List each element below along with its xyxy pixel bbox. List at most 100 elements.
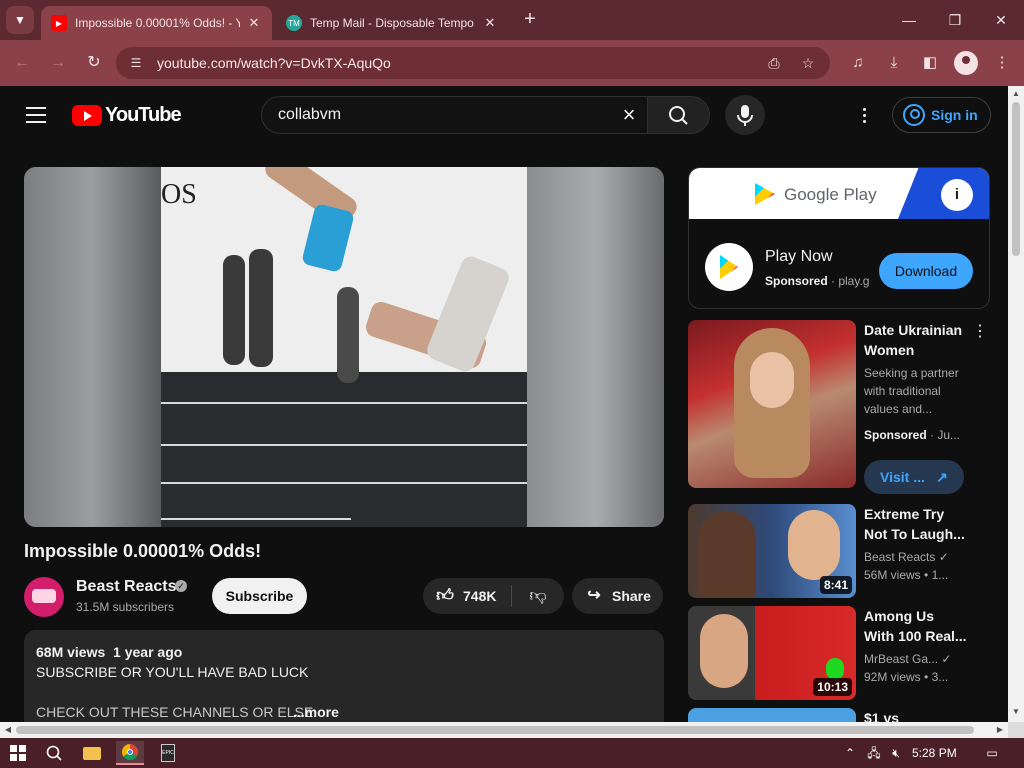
download-button[interactable]: Download	[879, 253, 973, 289]
external-link-icon: ↗	[936, 469, 948, 485]
floor-line	[161, 482, 527, 484]
recommendation-thumbnail[interactable]	[688, 708, 856, 722]
recommendation-sponsor-line: Sponsored · Ju...	[864, 428, 961, 442]
back-button[interactable]: ←	[10, 51, 34, 75]
network-icon[interactable]: 🖧︎	[866, 745, 882, 761]
windows-taskbar: EPIC ⌃ 🖧︎ 🔇︎ 5:28 PM ▭	[0, 738, 1024, 768]
close-tab-icon[interactable]: ✕	[482, 15, 498, 31]
video-description[interactable]: 68M views 1 year ago SUBSCRIBE OR YOU'LL…	[24, 630, 664, 722]
ad-banner[interactable]: Google Play i	[689, 168, 989, 219]
video-wall-text: OS	[161, 179, 197, 210]
show-more-link[interactable]: ...more	[293, 704, 339, 720]
video-duration: 10:13	[813, 678, 852, 696]
site-info-icon[interactable]: ☰	[126, 53, 146, 73]
chrome-menu-icon[interactable]: ⋮	[990, 51, 1014, 75]
video-duration: 8:41	[819, 576, 852, 594]
like-dislike-group: 👍︎ 748K 👎︎	[423, 578, 564, 614]
channel-avatar[interactable]	[24, 577, 64, 617]
video-blur-right	[527, 167, 664, 527]
recommendation-meta: 56M views • 1...	[864, 568, 949, 582]
profile-avatar-icon[interactable]	[954, 51, 978, 75]
visit-site-button[interactable]: Visit ... ↗	[864, 460, 964, 494]
scroll-up-arrow-icon[interactable]: ▲	[1012, 90, 1020, 98]
close-tab-icon[interactable]: ✕	[246, 15, 262, 31]
sponsored-recommendation[interactable]: Date Ukrainian Women Seeking a partner w…	[688, 320, 988, 494]
taskbar-clock[interactable]: 5:28 PM	[912, 746, 957, 760]
visit-label: Visit ...	[880, 469, 925, 485]
subscribe-button[interactable]: Subscribe	[212, 578, 307, 614]
windows-start-icon[interactable]	[10, 745, 26, 761]
media-controls-icon[interactable]: ♫	[846, 51, 870, 75]
restore-button[interactable]: ❐	[940, 8, 970, 32]
close-window-button[interactable]: ✕	[986, 8, 1016, 32]
install-app-icon[interactable]: ⎙	[764, 53, 784, 73]
like-button[interactable]: 👍︎ 748K	[423, 578, 511, 614]
volume-muted-icon[interactable]: 🔇︎	[888, 745, 904, 761]
verified-icon: ✓	[938, 550, 949, 564]
sign-in-button[interactable]: Sign in	[892, 97, 991, 133]
ad-card[interactable]: Google Play i Play Now Sponsored · play.…	[688, 167, 990, 309]
address-bar[interactable]: ☰ youtube.com/watch?v=DvkTX-AquQo ⎙ ☆	[116, 47, 830, 79]
taskbar-search-icon[interactable]	[42, 741, 66, 765]
search-button[interactable]	[647, 96, 710, 134]
notifications-icon[interactable]: ▭	[984, 745, 1000, 761]
more-options-icon[interactable]: ⋮	[972, 322, 988, 342]
bookmark-star-icon[interactable]: ☆	[798, 53, 818, 73]
dislike-button[interactable]: 👎︎	[512, 578, 564, 614]
download-icon[interactable]: ⤓	[882, 51, 906, 75]
thumbs-up-icon: 👍︎	[436, 586, 454, 605]
search-box[interactable]: collabvm ×	[261, 96, 647, 134]
tab-search-button[interactable]: ▼	[6, 6, 34, 34]
recommendation-thumbnail[interactable]: 8:41	[688, 504, 856, 598]
browser-toolbar: ← → ↻ ☰ youtube.com/watch?v=DvkTX-AquQo …	[0, 40, 1024, 86]
video-player[interactable]: OS	[24, 167, 664, 527]
new-tab-button[interactable]: +	[518, 8, 542, 32]
recommendation-item[interactable]: $1 vs	[688, 708, 988, 722]
floor-line	[161, 444, 527, 446]
like-count: 748K	[463, 588, 497, 604]
reload-button[interactable]: ↻	[82, 51, 106, 75]
subscriber-count: 31.5M subscribers	[76, 600, 175, 614]
recommendation-title[interactable]: Extreme Try Not To Laugh...	[864, 504, 968, 544]
description-meta: 68M views 1 year ago	[36, 644, 182, 660]
tab-temp-mail[interactable]: TM Temp Mail - Disposable Tempo ✕	[276, 6, 508, 40]
horizontal-scrollbar-thumb[interactable]	[16, 726, 974, 734]
chrome-taskbar-icon[interactable]	[116, 741, 144, 765]
youtube-logo[interactable]: YouTube	[72, 104, 182, 127]
recommendation-item[interactable]: 10:13 Among Us With 100 Real... MrBeast …	[688, 606, 988, 700]
guide-menu-icon[interactable]	[26, 107, 46, 123]
channel-name[interactable]: Beast Reacts	[76, 578, 177, 596]
show-hidden-icons-icon[interactable]: ⌃	[842, 745, 858, 761]
upload-age: 1...	[931, 568, 949, 582]
ad-sponsor-line: Sponsored · play.g	[765, 274, 869, 288]
recommendation-title[interactable]: Among Us With 100 Real...	[864, 606, 968, 646]
scroll-right-arrow-icon[interactable]: ▶	[996, 726, 1004, 734]
recommendation-title[interactable]: $1 vs	[864, 708, 968, 722]
side-panel-icon[interactable]: ◧	[918, 51, 942, 75]
youtube-logo-text: YouTube	[105, 104, 182, 126]
scrollbar-corner	[1008, 722, 1024, 738]
recommendation-thumbnail[interactable]	[688, 320, 856, 488]
share-button[interactable]: ↪ Share	[572, 578, 663, 614]
ad-info-icon[interactable]: i	[941, 179, 973, 211]
recommendation-item[interactable]: 8:41 Extreme Try Not To Laugh... Beast R…	[688, 504, 988, 598]
voice-search-button[interactable]	[725, 95, 765, 135]
horizontal-scrollbar[interactable]: ◀ ▶	[0, 722, 1008, 738]
recommendation-thumbnail[interactable]: 10:13	[688, 606, 856, 700]
google-play-app-icon	[705, 243, 753, 291]
forward-button[interactable]: →	[46, 51, 70, 75]
scroll-down-arrow-icon[interactable]: ▼	[1012, 708, 1020, 716]
file-explorer-icon[interactable]	[80, 741, 104, 765]
thumbnail-face	[788, 510, 840, 580]
clear-search-icon[interactable]: ×	[618, 104, 640, 126]
recommendation-title[interactable]: Date Ukrainian Women	[864, 320, 968, 360]
tab-youtube[interactable]: ▶ Impossible 0.00001% Odds! - Y ✕	[41, 6, 272, 40]
url-text[interactable]: youtube.com/watch?v=DvkTX-AquQo	[157, 55, 391, 71]
settings-more-icon[interactable]	[852, 103, 876, 127]
search-input[interactable]: collabvm	[278, 106, 341, 124]
minimize-button[interactable]: —	[894, 8, 924, 32]
scroll-left-arrow-icon[interactable]: ◀	[4, 726, 12, 734]
vertical-scrollbar-thumb[interactable]	[1012, 102, 1020, 256]
vertical-scrollbar[interactable]: ▲ ▼	[1008, 86, 1024, 722]
epic-games-icon[interactable]: EPIC	[156, 741, 180, 765]
